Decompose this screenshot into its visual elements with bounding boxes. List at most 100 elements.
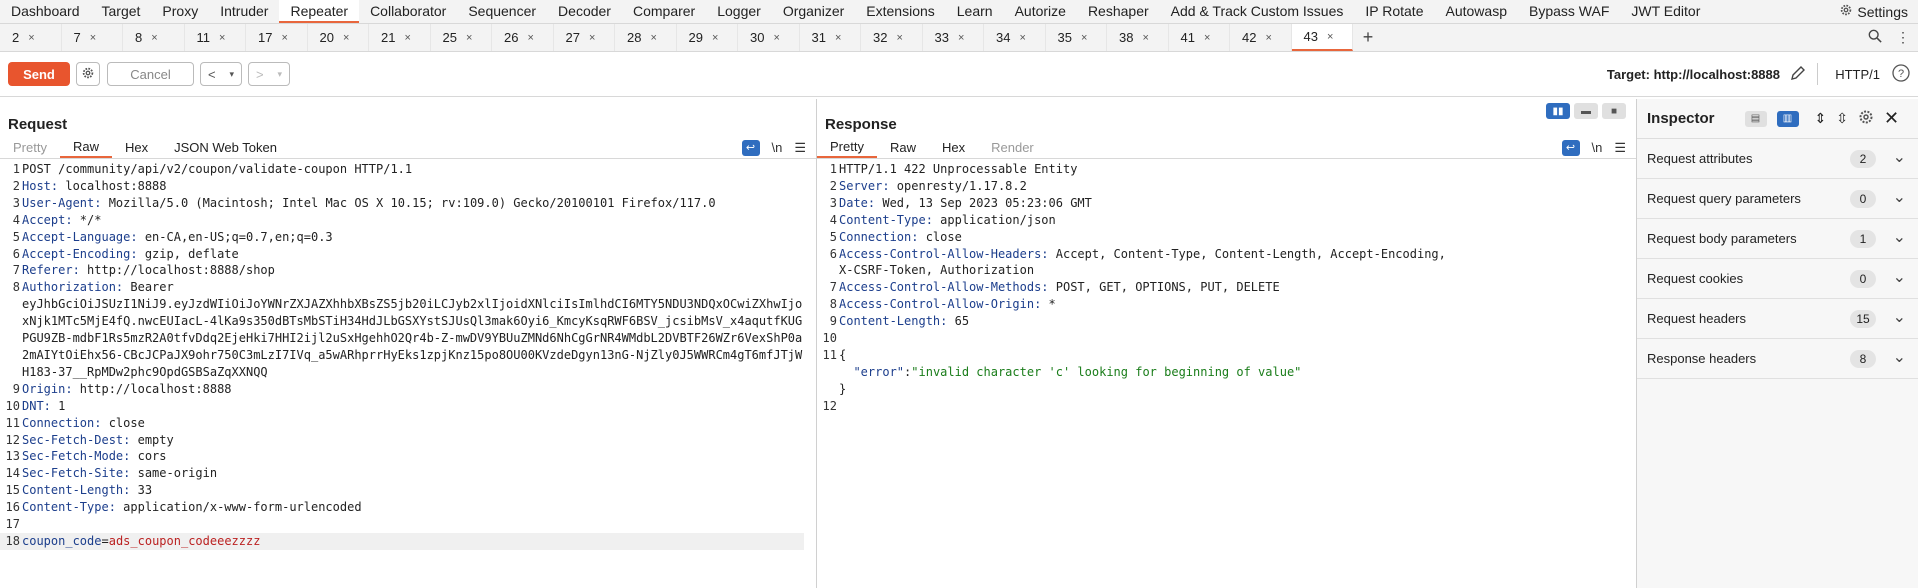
repeater-tab-17[interactable]: 17 × bbox=[246, 24, 308, 51]
nav-extensions[interactable]: Extensions bbox=[855, 0, 945, 23]
close-icon[interactable]: × bbox=[466, 32, 472, 44]
menu-icon[interactable]: ☰ bbox=[1614, 140, 1626, 156]
chevron-down-icon[interactable]: ⌄ bbox=[1893, 227, 1906, 247]
expand-all-icon[interactable]: ⇕ bbox=[1815, 110, 1827, 127]
repeater-tab-38[interactable]: 38 × bbox=[1107, 24, 1169, 51]
nav-autowasp[interactable]: Autowasp bbox=[1435, 0, 1518, 23]
repeater-tab-33[interactable]: 33 × bbox=[923, 24, 984, 51]
close-icon[interactable]: × bbox=[1327, 31, 1333, 43]
protocol-label[interactable]: HTTP/1 bbox=[1835, 67, 1880, 82]
close-icon[interactable]: × bbox=[404, 32, 410, 44]
close-icon[interactable]: × bbox=[958, 32, 964, 44]
inspector-section-request-attributes[interactable]: Request attributes 2 ⌄ bbox=[1637, 139, 1918, 179]
nav-organizer[interactable]: Organizer bbox=[772, 0, 855, 23]
repeater-tab-26[interactable]: 26 × bbox=[492, 24, 554, 51]
nav-decoder[interactable]: Decoder bbox=[547, 0, 622, 23]
tab-pretty[interactable]: Pretty bbox=[817, 137, 877, 158]
send-settings-button[interactable] bbox=[76, 62, 100, 86]
close-icon[interactable]: ✕ bbox=[1884, 108, 1899, 129]
repeater-tab-25[interactable]: 25 × bbox=[431, 24, 492, 51]
close-icon[interactable]: × bbox=[90, 32, 96, 44]
repeater-tab-21[interactable]: 21 × bbox=[369, 24, 431, 51]
nav-autorize[interactable]: Autorize bbox=[1004, 0, 1077, 23]
nav-collaborator[interactable]: Collaborator bbox=[359, 0, 457, 23]
tab-json-web-token[interactable]: JSON Web Token bbox=[161, 137, 290, 158]
close-icon[interactable]: × bbox=[219, 32, 225, 44]
nav-jwt-editor[interactable]: JWT Editor bbox=[1620, 0, 1711, 23]
close-icon[interactable]: × bbox=[1142, 32, 1148, 44]
close-icon[interactable]: × bbox=[773, 32, 779, 44]
repeater-tab-32[interactable]: 32 × bbox=[861, 24, 923, 51]
nav-ip-rotate[interactable]: IP Rotate bbox=[1354, 0, 1434, 23]
show-newlines-button[interactable]: \n bbox=[772, 140, 783, 155]
pencil-icon[interactable] bbox=[1790, 65, 1806, 84]
layout-stacked-icon[interactable]: ▬ bbox=[1574, 103, 1598, 119]
nav-logger[interactable]: Logger bbox=[706, 0, 772, 23]
inspector-section-request-cookies[interactable]: Request cookies 0 ⌄ bbox=[1637, 259, 1918, 299]
close-icon[interactable]: × bbox=[1081, 32, 1087, 44]
inspector-section-request-headers[interactable]: Request headers 15 ⌄ bbox=[1637, 299, 1918, 339]
tab-hex[interactable]: Hex bbox=[112, 137, 161, 158]
repeater-tab-8[interactable]: 8 × bbox=[123, 24, 185, 51]
inspector-section-request-query-parameters[interactable]: Request query parameters 0 ⌄ bbox=[1637, 179, 1918, 219]
search-icon[interactable] bbox=[1868, 29, 1882, 46]
repeater-tab-2[interactable]: 2 × bbox=[0, 24, 62, 51]
close-icon[interactable]: × bbox=[28, 32, 34, 44]
wrap-lines-icon[interactable]: ↩ bbox=[741, 139, 760, 156]
repeater-tab-35[interactable]: 35 × bbox=[1046, 24, 1107, 51]
repeater-tab-34[interactable]: 34 × bbox=[984, 24, 1046, 51]
tab-hex[interactable]: Hex bbox=[929, 137, 978, 158]
repeater-tab-43[interactable]: 43 × bbox=[1291, 24, 1353, 51]
cancel-button[interactable]: Cancel bbox=[107, 62, 194, 86]
help-icon[interactable]: ? bbox=[1892, 63, 1910, 85]
tab-render[interactable]: Render bbox=[978, 137, 1047, 158]
request-editor[interactable]: 1 POST /community/api/v2/coupon/validate-… bbox=[0, 159, 816, 550]
inspector-layout-icon[interactable]: ▤ bbox=[1744, 110, 1767, 127]
tab-raw[interactable]: Raw bbox=[59, 137, 112, 158]
chevron-down-icon[interactable]: ⌄ bbox=[1893, 267, 1906, 287]
chevron-down-icon[interactable]: ⌄ bbox=[1893, 187, 1906, 207]
response-editor[interactable]: 1 HTTP/1.1 422 Unprocessable Entity 2 Serve… bbox=[817, 159, 1636, 415]
settings-button[interactable]: Settings bbox=[1839, 0, 1908, 23]
gear-icon[interactable] bbox=[1858, 109, 1874, 128]
close-icon[interactable]: × bbox=[1019, 32, 1025, 44]
nav-comparer[interactable]: Comparer bbox=[622, 0, 706, 23]
nav-bypass-waf[interactable]: Bypass WAF bbox=[1518, 0, 1620, 23]
inspector-section-request-body-parameters[interactable]: Request body parameters 1 ⌄ bbox=[1637, 219, 1918, 259]
close-icon[interactable]: × bbox=[650, 32, 656, 44]
nav-sequencer[interactable]: Sequencer bbox=[457, 0, 547, 23]
close-icon[interactable]: × bbox=[281, 32, 287, 44]
chevron-down-icon[interactable]: ⌄ bbox=[1893, 347, 1906, 367]
close-icon[interactable]: × bbox=[589, 32, 595, 44]
show-newlines-button[interactable]: \n bbox=[1592, 140, 1603, 155]
collapse-all-icon[interactable]: ⇳ bbox=[1836, 110, 1848, 127]
nav-add-track-custom-issues[interactable]: Add & Track Custom Issues bbox=[1160, 0, 1355, 23]
repeater-tab-29[interactable]: 29 × bbox=[677, 24, 738, 51]
nav-intruder[interactable]: Intruder bbox=[209, 0, 279, 23]
layout-single-icon[interactable]: ■ bbox=[1602, 103, 1626, 119]
close-icon[interactable]: × bbox=[343, 32, 349, 44]
history-back-button[interactable]: < ▾ bbox=[200, 62, 242, 86]
nav-proxy[interactable]: Proxy bbox=[151, 0, 209, 23]
add-tab-button[interactable]: + bbox=[1353, 24, 1383, 51]
nav-dashboard[interactable]: Dashboard bbox=[0, 0, 91, 23]
history-forward-button[interactable]: > ▾ bbox=[248, 62, 290, 86]
repeater-tab-27[interactable]: 27 × bbox=[554, 24, 615, 51]
nav-reshaper[interactable]: Reshaper bbox=[1077, 0, 1160, 23]
nav-repeater[interactable]: Repeater bbox=[279, 0, 360, 23]
nav-target[interactable]: Target bbox=[91, 0, 152, 23]
close-icon[interactable]: × bbox=[151, 32, 157, 44]
repeater-tab-20[interactable]: 20 × bbox=[308, 24, 369, 51]
inspector-section-response-headers[interactable]: Response headers 8 ⌄ bbox=[1637, 339, 1918, 379]
repeater-tab-7[interactable]: 7 × bbox=[62, 24, 123, 51]
repeater-tab-28[interactable]: 28 × bbox=[615, 24, 677, 51]
layout-side-by-side-icon[interactable]: ▮▮ bbox=[1546, 103, 1570, 119]
repeater-tab-41[interactable]: 41 × bbox=[1169, 24, 1230, 51]
repeater-tab-42[interactable]: 42 × bbox=[1230, 24, 1292, 51]
chevron-down-icon[interactable]: ⌄ bbox=[1893, 307, 1906, 327]
tab-raw[interactable]: Raw bbox=[877, 137, 929, 158]
tab-pretty[interactable]: Pretty bbox=[0, 137, 60, 158]
menu-icon[interactable]: ☰ bbox=[794, 140, 806, 156]
send-button[interactable]: Send bbox=[8, 62, 70, 86]
close-icon[interactable]: × bbox=[712, 32, 718, 44]
